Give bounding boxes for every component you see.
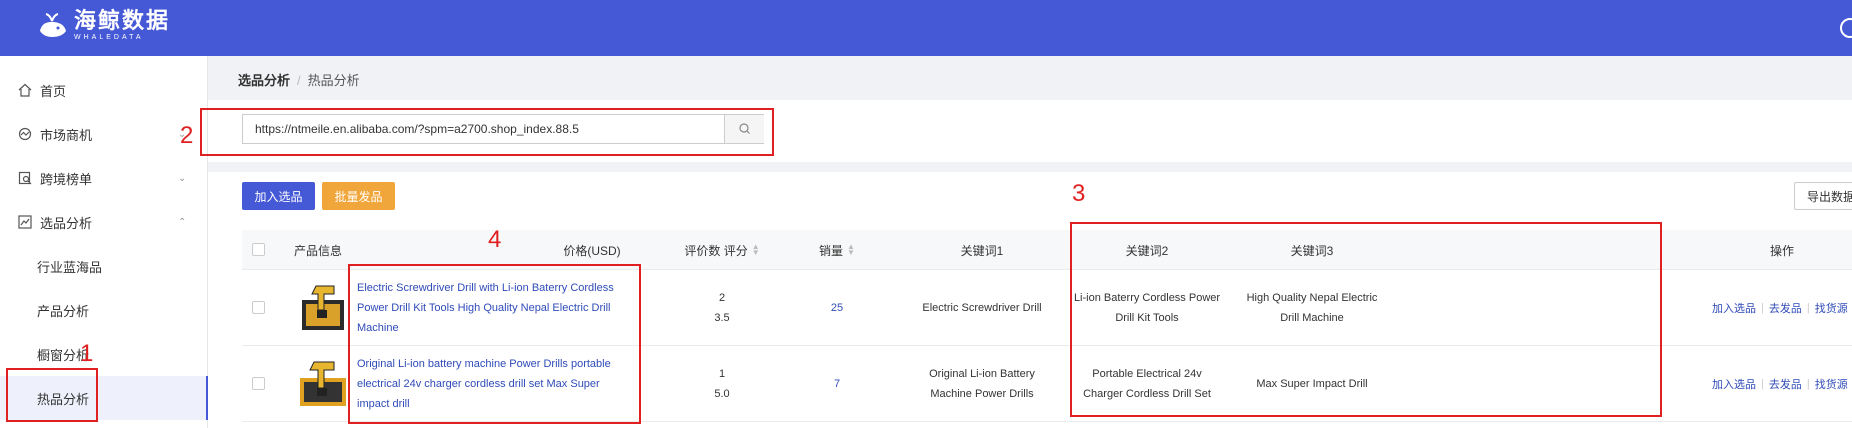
sidebar-subitem-product[interactable]: 产品分析 <box>0 288 208 332</box>
sidebar-item-home[interactable]: 首页 <box>0 68 208 112</box>
find-source-link[interactable]: 找货源 <box>1815 376 1848 392</box>
sidebar-subitem-label: 产品分析 <box>37 303 90 319</box>
publish-link[interactable]: 去发品 <box>1769 376 1802 392</box>
sales-cell[interactable]: 7 <box>782 346 892 422</box>
sidebar-item-selection-analysis[interactable]: 选品分析 ⌃ <box>0 200 208 244</box>
sidebar-subitem-label: 行业蓝海品 <box>37 259 103 275</box>
user-icon[interactable] <box>1840 18 1852 38</box>
reviews-cell: 2 3.5 <box>662 270 782 346</box>
breadcrumb-parent[interactable]: 选品分析 <box>238 73 290 88</box>
row-actions: 加入选品 | 去发品 | 找货源 <box>1712 300 1848 316</box>
ranking-icon <box>18 171 32 185</box>
sidebar-item-market[interactable]: 市场商机 ⌄ <box>0 112 208 156</box>
add-selection-link[interactable]: 加入选品 <box>1712 300 1756 316</box>
keyword-1-cell: Electric Screwdriver Drill <box>922 302 1042 314</box>
annotation-box-3 <box>1070 222 1662 417</box>
annotation-number-1: 1 <box>80 340 94 367</box>
sidebar-subitem-industry[interactable]: 行业蓝海品 <box>0 244 208 288</box>
sales-cell[interactable]: 25 <box>782 270 892 346</box>
logo-text: 海鲸数据 <box>74 8 171 33</box>
chevron-up-icon: ⌃ <box>178 216 187 228</box>
market-icon <box>18 127 32 141</box>
header-reviews[interactable]: 评价数 评分 ▲ ▼ <box>662 230 782 270</box>
review-count: 1 <box>718 368 726 380</box>
breadcrumb-separator: / <box>297 73 301 88</box>
publish-link[interactable]: 去发品 <box>1769 300 1802 316</box>
annotation-box-2 <box>200 108 774 156</box>
sidebar-item-label: 选品分析 <box>40 215 93 231</box>
product-image <box>300 361 346 406</box>
breadcrumb: 选品分析 / 热品分析 <box>238 70 360 89</box>
logo-subtext: WHALEDATA <box>74 34 144 41</box>
keyword-1-cell: Original Li-ion Battery Machine Power Dr… <box>929 368 1035 400</box>
header-product: 产品信息 <box>293 243 342 258</box>
annotation-number-4: 4 <box>488 226 502 253</box>
chevron-down-icon: ⌄ <box>178 172 187 184</box>
chart-icon <box>18 215 32 229</box>
sidebar-item-ranking[interactable]: 跨境榜单 ⌄ <box>0 156 208 200</box>
sort-icon[interactable]: ▲ ▼ <box>847 243 855 257</box>
find-source-link[interactable]: 找货源 <box>1815 300 1848 316</box>
row-checkbox[interactable] <box>252 301 265 314</box>
annotation-box-4 <box>348 264 641 424</box>
sort-icon[interactable]: ▲ ▼ <box>752 243 760 257</box>
top-bar: 海鲸数据 WHALEDATA <box>0 0 1852 56</box>
add-selection-link[interactable]: 加入选品 <box>1712 376 1756 392</box>
annotation-box-1 <box>6 368 98 422</box>
sidebar-item-label: 首页 <box>40 83 67 99</box>
sidebar-item-label: 市场商机 <box>40 127 93 143</box>
annotation-number-2: 2 <box>180 122 194 149</box>
header-sales-label: 销量 <box>819 243 844 258</box>
header-sales[interactable]: 销量 ▲ ▼ <box>782 230 892 270</box>
logo[interactable]: 海鲸数据 WHALEDATA <box>36 9 170 42</box>
add-selection-button[interactable]: 加入选品 <box>242 182 315 210</box>
batch-publish-button[interactable]: 批量发品 <box>322 182 395 210</box>
review-count: 2 <box>718 292 726 304</box>
home-icon <box>18 83 32 97</box>
row-actions: 加入选品 | 去发品 | 找货源 <box>1712 376 1848 392</box>
rating: 3.5 <box>714 312 730 324</box>
product-image <box>302 285 344 330</box>
export-data-button[interactable]: 导出数据 <box>1794 182 1852 210</box>
sidebar-item-label: 跨境榜单 <box>40 171 93 187</box>
row-checkbox[interactable] <box>252 377 265 390</box>
reviews-cell: 1 5.0 <box>662 346 782 422</box>
header-reviews-label: 评价数 评分 <box>684 243 748 258</box>
annotation-number-3: 3 <box>1072 180 1086 207</box>
rating: 5.0 <box>714 388 730 400</box>
header-keyword-1: 关键词1 <box>960 243 1004 258</box>
breadcrumb-current: 热品分析 <box>307 73 360 88</box>
header-actions: 操作 <box>1769 243 1794 258</box>
whale-logo-icon <box>40 12 66 37</box>
